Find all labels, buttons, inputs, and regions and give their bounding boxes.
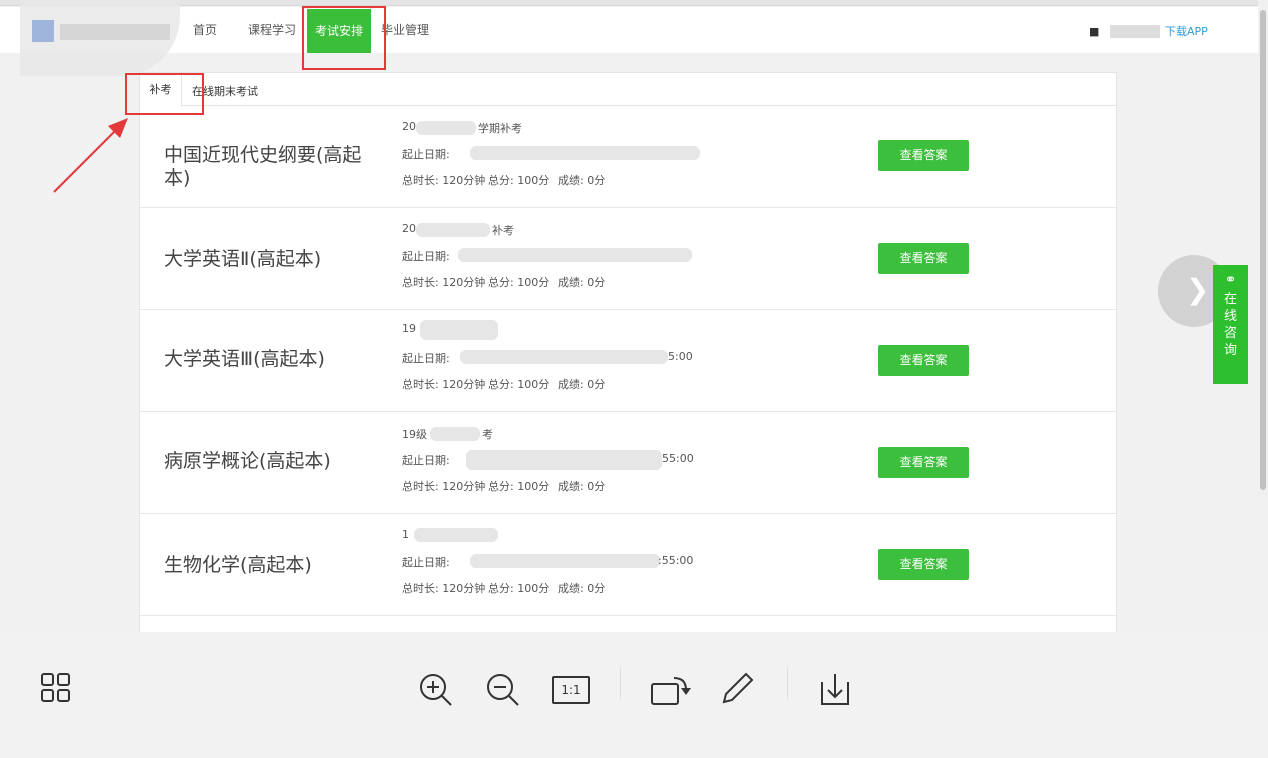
- view-answers-button[interactable]: 查看答案: [878, 345, 969, 376]
- exam-total-score: 总分: 100分: [488, 378, 550, 391]
- chevron-right-icon: ❯: [1186, 273, 1210, 306]
- date-label: 起止日期:: [402, 352, 450, 365]
- exam-duration: 总时长: 120分钟: [402, 480, 486, 493]
- blurred-text: [414, 528, 498, 542]
- exam-score: 成绩: 0分: [558, 276, 606, 289]
- blurred-date: [458, 248, 692, 262]
- exam-row: 大学英语Ⅱ(高起本) 20 补考 起止日期: 总时长: 120分钟 总分: 10…: [140, 208, 1116, 310]
- page-scrollbar[interactable]: [1258, 0, 1268, 632]
- viewer-toolbar: 1:1: [0, 632, 1268, 758]
- exam-row: 生物化学(高起本) 1 起止日期: :55:00 总时长: 120分钟 总分: …: [140, 514, 1116, 616]
- annotation-box-exam-schedule: [302, 6, 386, 70]
- course-name: 大学英语Ⅱ(高起本): [164, 248, 322, 270]
- download-icon[interactable]: [818, 670, 852, 708]
- username-blurred[interactable]: [1110, 25, 1160, 38]
- top-nav: 首页 课程学习 考试安排 毕业管理 ■ 下载APP: [0, 7, 1258, 53]
- exam-row: 大学英语Ⅲ(高起本) 19 起止日期: 5:00 总时长: 120分钟 总分: …: [140, 310, 1116, 412]
- download-app-link[interactable]: 下载APP: [1165, 23, 1208, 39]
- headset-icon: ⚭: [1224, 272, 1237, 288]
- user-icon: ■: [1089, 25, 1100, 38]
- blurred-date: [466, 450, 662, 470]
- view-answers-button[interactable]: 查看答案: [878, 140, 969, 171]
- exam-duration: 总时长: 120分钟: [402, 378, 486, 391]
- exam-term: 1: [402, 528, 409, 541]
- exam-row: 中国近现代史纲要(高起本) 20 学期补考 起止日期: 总时长: 120分钟 总…: [140, 106, 1116, 208]
- exam-score: 成绩: 0分: [558, 378, 606, 391]
- blurred-date: [470, 554, 660, 568]
- exam-tabs: 补考 在线期末考试: [140, 73, 1116, 107]
- nav-graduation[interactable]: 毕业管理: [381, 21, 429, 38]
- date-end: 55:00: [662, 452, 694, 465]
- nav-courses[interactable]: 课程学习: [248, 21, 296, 38]
- toolbar-divider: [620, 667, 621, 699]
- date-label: 起止日期:: [402, 454, 450, 467]
- course-name: 病原学概论(高起本): [164, 450, 331, 472]
- exam-duration: 总时长: 120分钟: [402, 174, 486, 187]
- annotation-box-makeup-tab: [125, 73, 204, 115]
- exam-score: 成绩: 0分: [558, 174, 606, 187]
- exam-term: 19: [402, 322, 416, 335]
- logo-blurred: [20, 0, 180, 76]
- blurred-text: [430, 427, 480, 441]
- consult-char: 线: [1223, 309, 1237, 324]
- date-label: 起止日期:: [402, 556, 450, 569]
- view-answers-button[interactable]: 查看答案: [878, 447, 969, 478]
- zoom-in-icon[interactable]: [418, 672, 454, 708]
- exam-total-score: 总分: 100分: [488, 174, 550, 187]
- browser-top-strip: [0, 0, 1258, 6]
- exam-total-score: 总分: 100分: [488, 582, 550, 595]
- view-answers-button[interactable]: 查看答案: [878, 243, 969, 274]
- date-end: 5:00: [668, 350, 693, 363]
- blurred-text: [416, 121, 476, 135]
- exam-duration: 总时长: 120分钟: [402, 582, 486, 595]
- edit-icon[interactable]: [718, 670, 754, 708]
- exam-term: 20: [402, 120, 416, 133]
- course-name: 大学英语Ⅲ(高起本): [164, 348, 325, 370]
- scrollbar-thumb[interactable]: [1260, 10, 1266, 490]
- exam-score: 成绩: 0分: [558, 582, 606, 595]
- grid-icon[interactable]: [40, 672, 72, 704]
- actual-size-icon[interactable]: 1:1: [552, 676, 590, 704]
- date-end: :55:00: [658, 554, 694, 567]
- annotation-arrow: [53, 118, 128, 193]
- date-label: 起止日期:: [402, 148, 450, 161]
- rotate-icon[interactable]: [650, 672, 692, 708]
- exam-term: 19级: [402, 428, 427, 441]
- exam-term-suffix: 考: [482, 428, 493, 441]
- exam-score: 成绩: 0分: [558, 480, 606, 493]
- blurred-text: [420, 320, 498, 340]
- consult-char: 询: [1223, 343, 1237, 358]
- course-name: 中国近现代史纲要(高起本): [164, 144, 362, 189]
- view-answers-button[interactable]: 查看答案: [878, 549, 969, 580]
- consult-char: 在: [1223, 292, 1237, 307]
- blurred-date: [460, 350, 668, 364]
- exam-panel: 补考 在线期末考试 中国近现代史纲要(高起本) 20 学期补考 起止日期: 总时…: [139, 72, 1117, 632]
- exam-duration: 总时长: 120分钟: [402, 276, 486, 289]
- toolbar-divider: [787, 667, 788, 699]
- blurred-date: [470, 146, 700, 160]
- exam-total-score: 总分: 100分: [488, 480, 550, 493]
- course-name: 生物化学(高起本): [164, 554, 312, 576]
- date-label: 起止日期:: [402, 250, 450, 263]
- exam-term-suffix: 学期补考: [478, 122, 522, 135]
- zoom-out-icon[interactable]: [485, 672, 521, 708]
- exam-page: 首页 课程学习 考试安排 毕业管理 ■ 下载APP 补考 在线期末考试 中国近现…: [0, 0, 1258, 632]
- blurred-text: [416, 223, 490, 237]
- exam-total-score: 总分: 100分: [488, 276, 550, 289]
- consult-char: 咨: [1223, 326, 1237, 341]
- online-consult-button[interactable]: ⚭ 在 线 咨 询: [1213, 265, 1248, 384]
- nav-home[interactable]: 首页: [193, 21, 217, 38]
- exam-term: 20: [402, 222, 416, 235]
- exam-term-suffix: 补考: [492, 224, 514, 237]
- exam-row: 病原学概论(高起本) 19级 考 起止日期: 55:00 总时长: 120分钟 …: [140, 412, 1116, 514]
